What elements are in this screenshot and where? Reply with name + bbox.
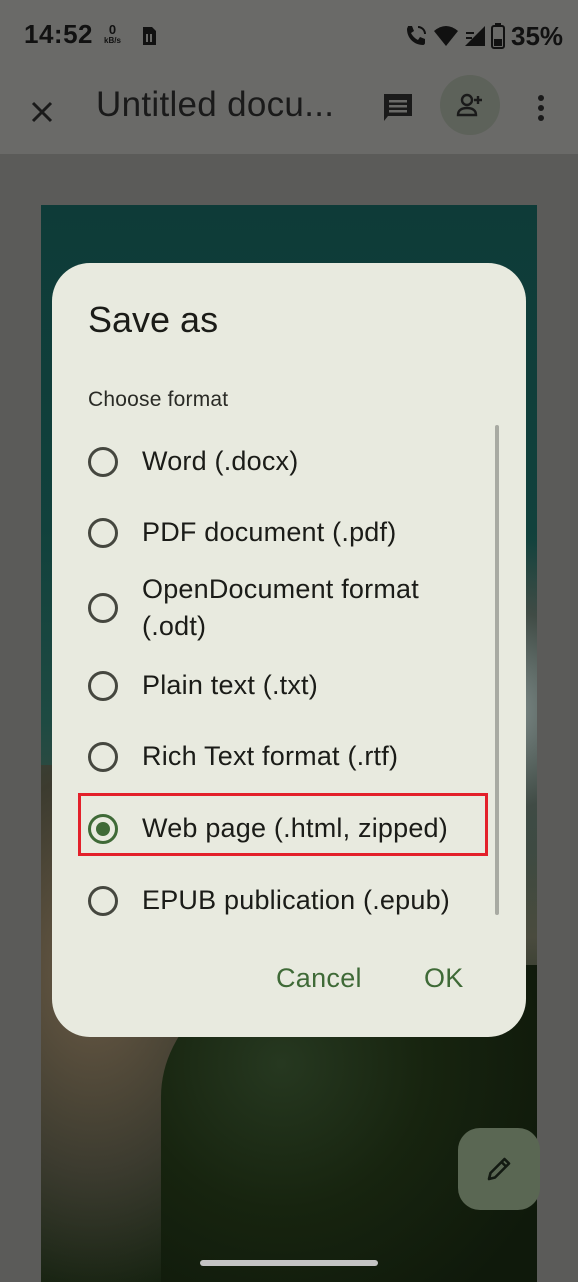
radio-button[interactable] xyxy=(88,741,118,772)
save-as-dialog: Save as Choose format Word (.docx) PDF d… xyxy=(52,263,526,1037)
radio-button[interactable] xyxy=(88,670,118,701)
option-label: Rich Text format (.rtf) xyxy=(142,741,399,771)
add-person-icon xyxy=(456,93,482,117)
network-speed-unit: kB/s xyxy=(104,36,121,45)
home-indicator[interactable] xyxy=(200,1260,378,1266)
status-bar: 14:52 0 kB/s 35% xyxy=(0,0,578,70)
sim-card-icon xyxy=(143,27,156,45)
format-option-epub[interactable]: EPUB publication (.epub) xyxy=(82,882,502,919)
highlight-box xyxy=(78,793,488,856)
radio-button[interactable] xyxy=(88,593,118,623)
edit-pencil-icon xyxy=(487,1157,511,1181)
wifi-icon xyxy=(434,26,458,46)
radio-button[interactable] xyxy=(88,885,118,916)
more-vert-icon[interactable] xyxy=(524,88,558,128)
format-option-odt[interactable]: OpenDocument format (.odt) xyxy=(82,571,502,645)
option-label: Plain text (.txt) xyxy=(142,670,318,700)
option-label: OpenDocument format (.odt) xyxy=(142,574,419,641)
close-icon[interactable] xyxy=(22,92,62,132)
comment-icon[interactable] xyxy=(378,88,418,128)
format-option-pdf[interactable]: PDF document (.pdf) xyxy=(82,514,502,551)
edit-fab[interactable] xyxy=(458,1128,540,1210)
signal-icon xyxy=(465,26,485,46)
battery-icon xyxy=(491,23,505,49)
status-time: 14:52 xyxy=(24,19,93,49)
battery-percentage: 35% xyxy=(511,20,564,51)
dialog-subtitle: Choose format xyxy=(88,388,229,411)
format-option-docx[interactable]: Word (.docx) xyxy=(82,443,502,480)
cancel-button[interactable]: Cancel xyxy=(276,963,362,994)
option-label: EPUB publication (.epub) xyxy=(142,885,450,915)
status-icons: 35% xyxy=(403,20,564,51)
format-option-txt[interactable]: Plain text (.txt) xyxy=(82,667,502,704)
radio-button[interactable] xyxy=(88,517,118,548)
wifi-calling-icon xyxy=(407,26,426,45)
share-button[interactable] xyxy=(440,75,500,135)
dialog-title: Save as xyxy=(88,299,219,340)
ok-button[interactable]: OK xyxy=(424,963,464,994)
network-speed: 0 kB/s xyxy=(104,22,121,45)
option-label: Word (.docx) xyxy=(142,446,299,476)
format-option-rtf[interactable]: Rich Text format (.rtf) xyxy=(82,738,502,775)
app-bar: Untitled docu... xyxy=(0,70,578,154)
dialog-scrollbar[interactable] xyxy=(495,425,499,915)
radio-button[interactable] xyxy=(88,446,118,477)
document-title[interactable]: Untitled docu... xyxy=(96,85,334,125)
option-label: PDF document (.pdf) xyxy=(142,517,397,547)
network-speed-value: 0 xyxy=(108,22,117,37)
